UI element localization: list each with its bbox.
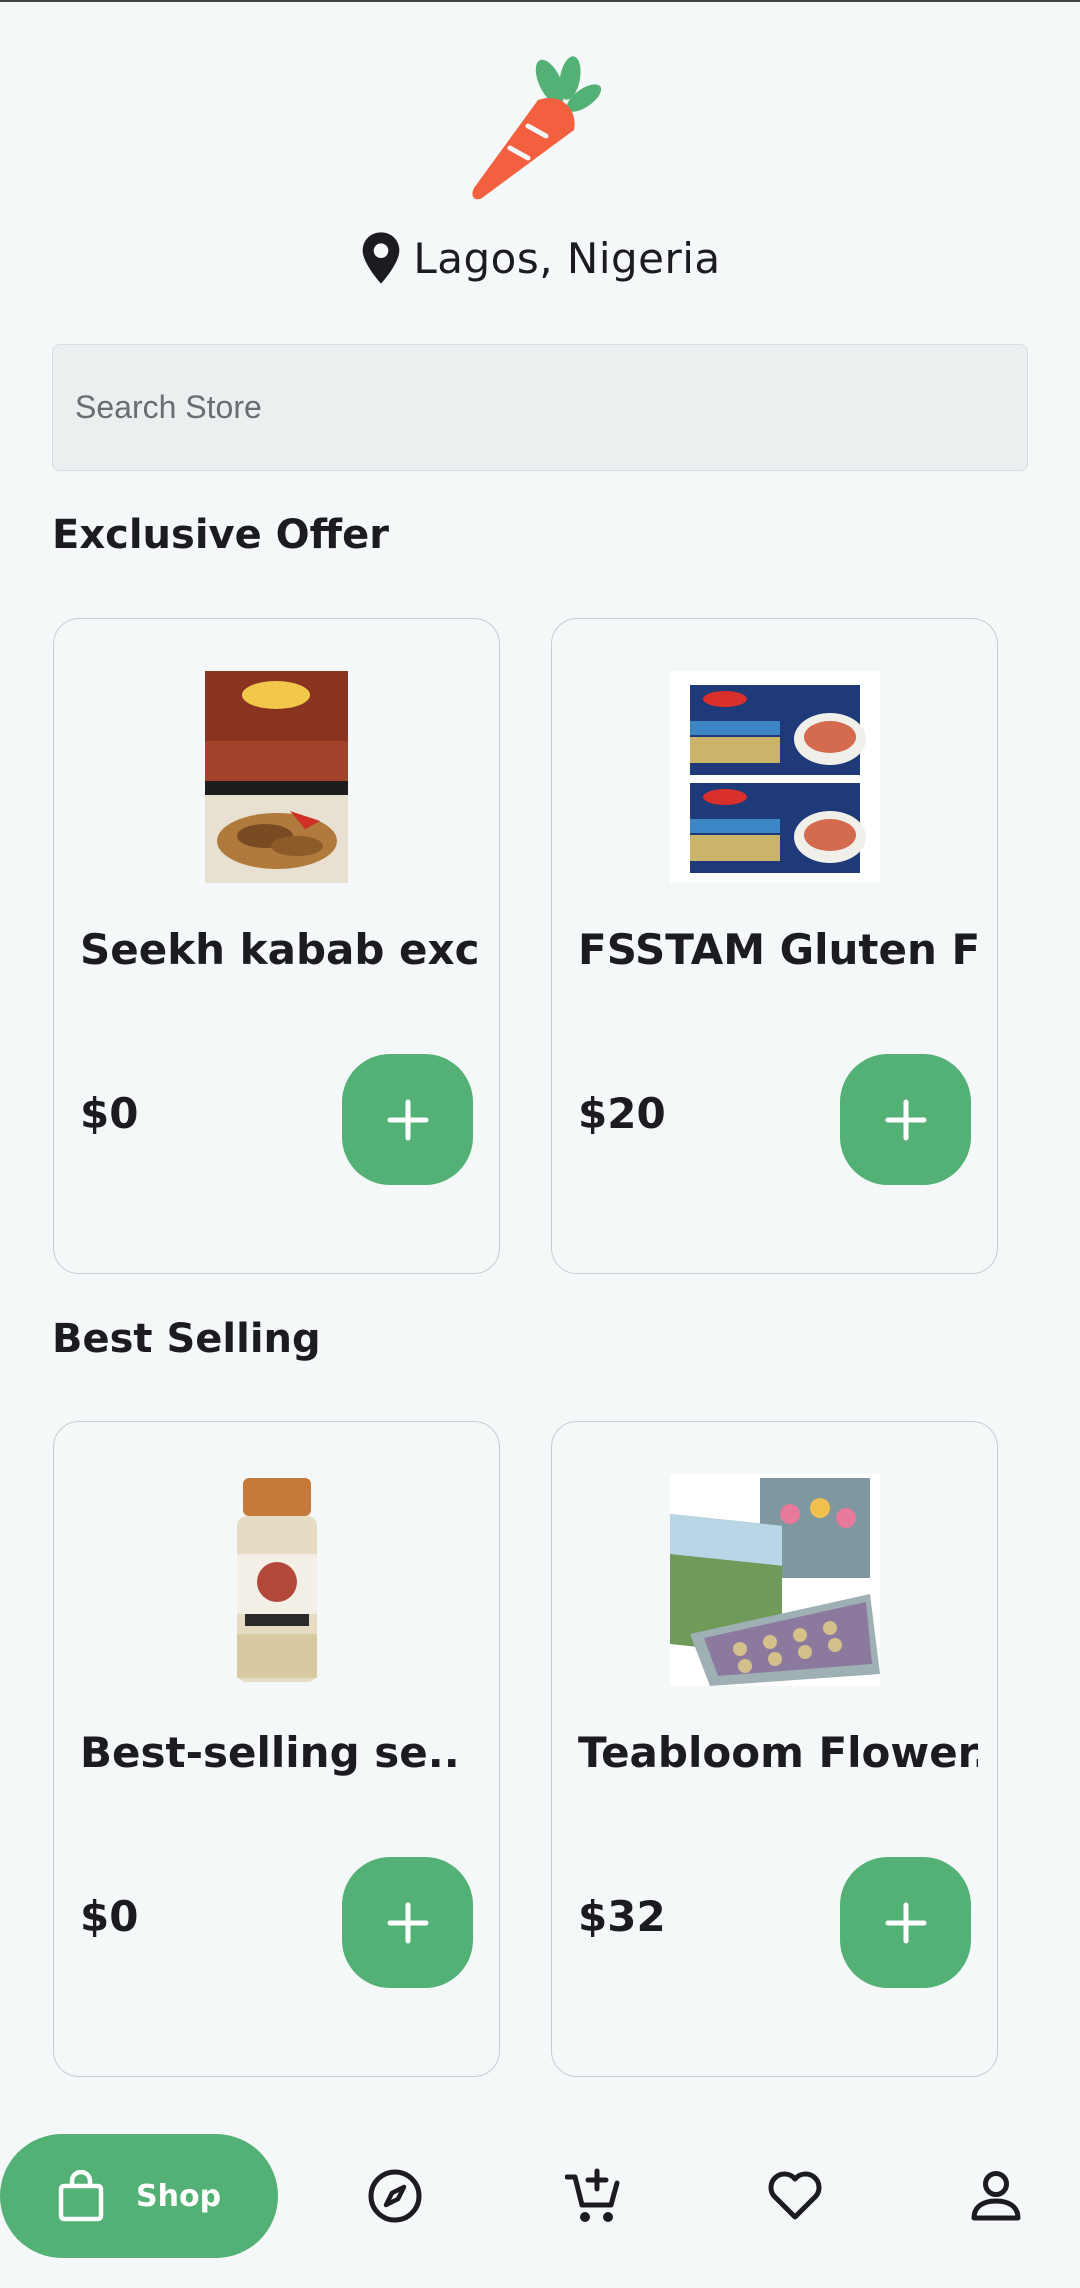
nav-item-cart[interactable] bbox=[564, 2166, 624, 2226]
spice-box-image bbox=[54, 671, 499, 883]
nav-item-shop-label: Shop bbox=[136, 2178, 222, 2214]
product-name: Teabloom Flower.. bbox=[578, 1728, 978, 1777]
nav-item-account[interactable] bbox=[966, 2166, 1026, 2226]
shopping-bag-icon bbox=[58, 2170, 104, 2222]
compass-icon bbox=[368, 2169, 422, 2223]
product-price: $32 bbox=[578, 1892, 666, 1941]
plus-icon bbox=[387, 1902, 428, 1943]
tea-gift-box-image bbox=[552, 1474, 997, 1686]
product-price: $20 bbox=[578, 1089, 666, 1138]
product-name: FSSTAM Gluten F.. bbox=[578, 925, 978, 974]
add-to-cart-button[interactable] bbox=[342, 1857, 473, 1988]
search-input[interactable] bbox=[75, 389, 1027, 426]
product-price: $0 bbox=[80, 1892, 139, 1941]
section-title-exclusive-offer: Exclusive Offer bbox=[52, 512, 389, 558]
product-name: Seekh kabab exc.. bbox=[80, 925, 480, 974]
nav-item-favourites[interactable] bbox=[765, 2166, 825, 2226]
status-bar-edge bbox=[0, 0, 1080, 2]
cart-add-icon bbox=[565, 2168, 620, 2222]
lasagne-box-image bbox=[552, 671, 997, 883]
plus-icon bbox=[885, 1902, 926, 1943]
seasoning-jar-image bbox=[54, 1474, 499, 1686]
map-pin-icon bbox=[362, 232, 400, 284]
add-to-cart-button[interactable] bbox=[840, 1054, 971, 1185]
add-to-cart-button[interactable] bbox=[342, 1054, 473, 1185]
nav-item-explore[interactable] bbox=[365, 2166, 425, 2226]
product-card[interactable]: Teabloom Flower.. $32 bbox=[551, 1421, 998, 2077]
section-title-best-selling: Best Selling bbox=[52, 1316, 321, 1362]
plus-icon bbox=[387, 1099, 428, 1140]
heart-icon bbox=[768, 2171, 822, 2220]
nav-item-shop[interactable]: Shop bbox=[0, 2134, 278, 2258]
add-to-cart-button[interactable] bbox=[840, 1857, 971, 1988]
product-price: $0 bbox=[80, 1089, 139, 1138]
search-bar[interactable] bbox=[52, 344, 1028, 471]
bottom-navigation: Shop bbox=[0, 2100, 1080, 2288]
location-selector[interactable]: Lagos, Nigeria bbox=[0, 228, 1080, 288]
product-name: Best-selling se.. bbox=[80, 1728, 460, 1777]
plus-icon bbox=[885, 1099, 926, 1140]
person-icon bbox=[971, 2171, 1021, 2221]
product-card[interactable]: FSSTAM Gluten F.. $20 bbox=[551, 618, 998, 1274]
product-card[interactable]: Best-selling se.. $0 bbox=[53, 1421, 500, 2077]
carrot-icon bbox=[470, 52, 610, 202]
product-card[interactable]: Seekh kabab exc.. $0 bbox=[53, 618, 500, 1274]
location-label: Lagos, Nigeria bbox=[413, 233, 721, 283]
